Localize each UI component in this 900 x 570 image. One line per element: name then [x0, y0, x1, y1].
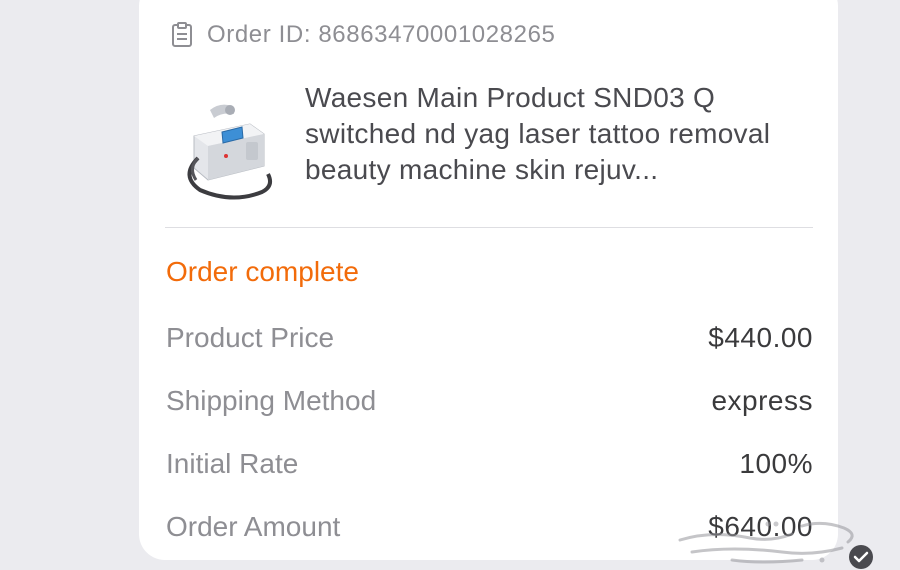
order-id-row: Order ID: 86863470001028265 — [171, 20, 555, 50]
order-status: Order complete — [166, 256, 359, 287]
detail-row-product-price: Product Price $440.00 — [166, 318, 813, 358]
detail-label: Shipping Method — [166, 385, 377, 416]
product-image[interactable] — [176, 96, 282, 202]
detail-label: Initial Rate — [166, 448, 299, 479]
arabic-watermark-logo — [678, 521, 854, 564]
divider — [165, 227, 813, 228]
detail-label: Order Amount — [166, 511, 341, 542]
product-title[interactable]: Waesen Main Product SND03 Q switched nd … — [305, 80, 820, 188]
detail-row-initial-rate: Initial Rate 100% — [166, 444, 813, 484]
order-id: Order ID: 86863470001028265 — [207, 21, 556, 48]
detail-value: express — [711, 385, 813, 416]
detail-row-shipping-method: Shipping Method express — [166, 381, 813, 421]
detail-value: $440.00 — [708, 322, 813, 353]
detail-value: 100% — [739, 448, 813, 479]
clipboard-icon — [172, 22, 192, 47]
detail-label: Product Price — [166, 322, 335, 353]
check-circle-icon — [849, 545, 873, 569]
